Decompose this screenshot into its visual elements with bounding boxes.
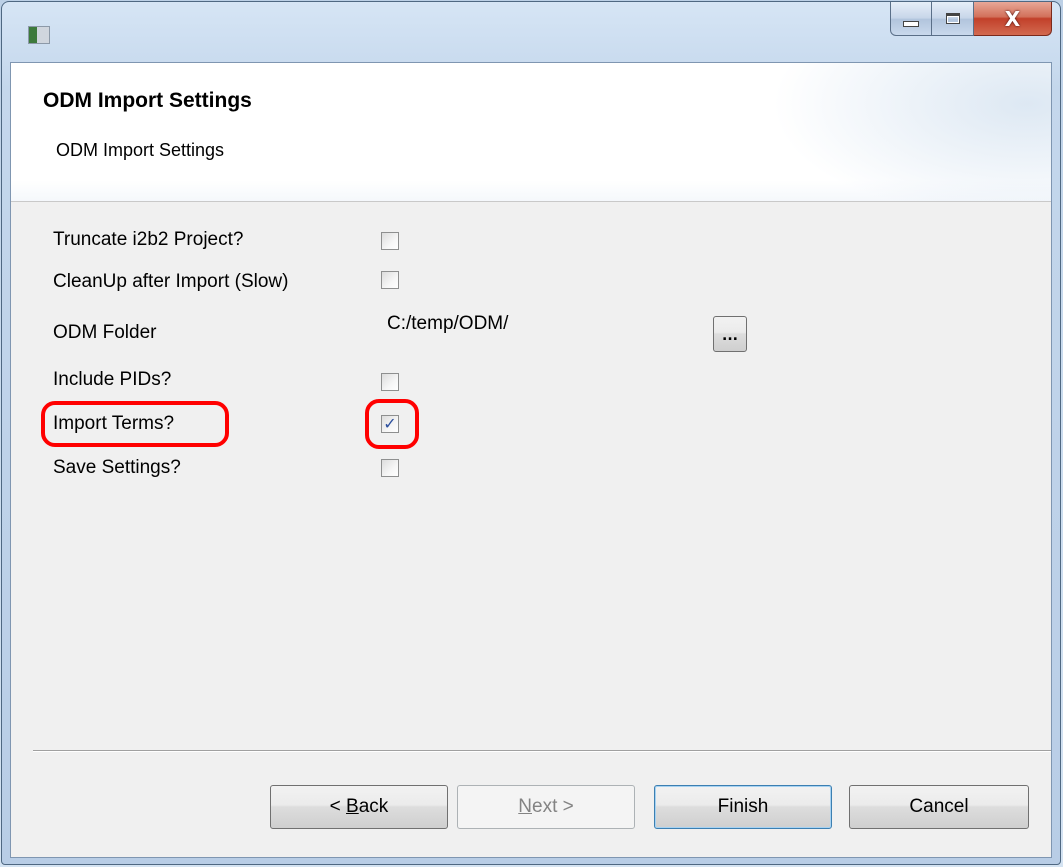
odm-folder-label: ODM Folder xyxy=(53,322,157,343)
page-description: ODM Import Settings xyxy=(56,140,225,160)
include-pids-label: Include PIDs? xyxy=(53,369,172,390)
back-button[interactable]: < Back xyxy=(270,785,448,829)
minimize-icon xyxy=(903,20,919,27)
back-button-rest: ack xyxy=(358,796,389,817)
wizard-client-area: ODM Import Settings ODM Import Settings … xyxy=(10,62,1052,858)
maximize-icon xyxy=(945,13,960,24)
close-button[interactable]: X xyxy=(974,2,1052,36)
next-button-mnemonic: N xyxy=(518,796,532,817)
minimize-button[interactable] xyxy=(890,2,932,36)
back-button-prefix: < xyxy=(329,796,347,817)
odm-folder-value: C:/temp/ODM/ xyxy=(387,313,509,334)
next-button[interactable]: Next > xyxy=(457,785,635,829)
checkmark-icon: ✓ xyxy=(383,414,397,433)
close-icon: X xyxy=(1004,6,1021,31)
maximize-button[interactable] xyxy=(932,2,974,36)
cleanup-checkbox[interactable] xyxy=(381,271,399,289)
browse-folder-button[interactable]: ... xyxy=(713,316,747,352)
cancel-button[interactable]: Cancel xyxy=(849,785,1029,829)
button-bar-divider xyxy=(33,750,1051,752)
wizard-window: X ODM Import Settings ODM Import Setting… xyxy=(1,1,1061,865)
import-terms-label: Import Terms? xyxy=(53,413,175,434)
cleanup-label: CleanUp after Import (Slow) xyxy=(53,271,289,292)
truncate-label: Truncate i2b2 Project? xyxy=(53,229,244,250)
save-settings-checkbox[interactable] xyxy=(381,459,399,477)
import-terms-checkbox[interactable]: ✓ xyxy=(381,415,399,433)
truncate-checkbox[interactable] xyxy=(381,232,399,250)
include-pids-checkbox[interactable] xyxy=(381,373,399,391)
app-icon xyxy=(28,26,50,44)
save-settings-label: Save Settings? xyxy=(53,457,181,478)
caption-buttons: X xyxy=(890,2,1052,36)
back-button-mnemonic: B xyxy=(346,796,359,817)
wizard-header: ODM Import Settings ODM Import Settings xyxy=(11,63,1051,202)
finish-button[interactable]: Finish xyxy=(654,785,832,829)
next-button-rest: ext > xyxy=(532,796,574,817)
page-title: ODM Import Settings xyxy=(43,89,252,112)
